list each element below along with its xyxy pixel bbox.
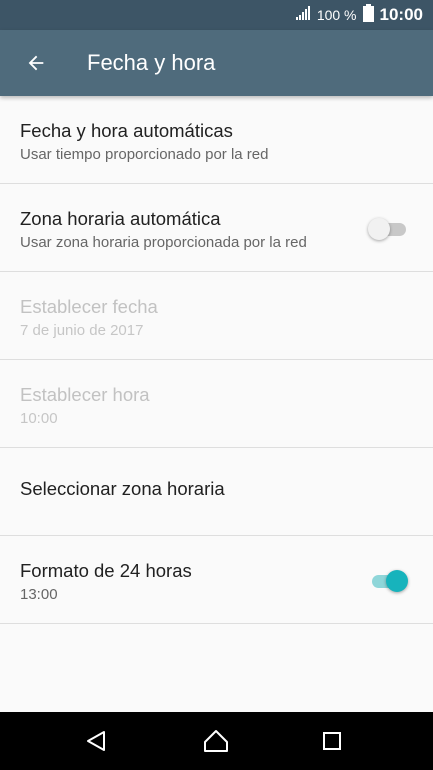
setting-24-hour-format[interactable]: Formato de 24 horas 13:00 — [0, 536, 433, 624]
battery-icon — [362, 3, 374, 27]
back-button[interactable] — [14, 41, 58, 85]
setting-title: Fecha y hora automáticas — [20, 120, 233, 141]
nav-home-button[interactable] — [186, 712, 246, 770]
auto-time-zone-toggle[interactable] — [368, 218, 408, 240]
nav-recents-icon — [323, 732, 341, 750]
setting-set-date: Establecer fecha 7 de junio de 2017 — [0, 272, 433, 360]
setting-summary: 13:00 — [20, 586, 58, 603]
battery-percent: 100 % — [316, 7, 357, 23]
setting-title: Establecer hora — [20, 384, 150, 405]
setting-title: Zona horaria automática — [20, 208, 221, 229]
switch-thumb — [368, 218, 390, 240]
setting-set-time: Establecer hora 10:00 — [0, 360, 433, 448]
setting-summary: 10:00 — [20, 410, 58, 427]
nav-home-icon — [204, 730, 228, 752]
24-hour-format-toggle[interactable] — [370, 570, 408, 592]
setting-title: Seleccionar zona horaria — [20, 478, 225, 499]
navigation-bar — [0, 712, 433, 770]
setting-auto-time-zone[interactable]: Zona horaria automática Usar zona horari… — [0, 184, 433, 272]
back-arrow-icon — [28, 55, 44, 71]
nav-back-icon — [87, 731, 105, 751]
switch-thumb — [386, 570, 408, 592]
status-bar: 100 % 10:00 — [0, 0, 433, 30]
setting-summary: 7 de junio de 2017 — [20, 322, 144, 339]
status-indicators: 100 % 10:00 — [295, 0, 423, 30]
setting-auto-date-time[interactable]: Fecha y hora automáticas Usar tiempo pro… — [0, 96, 433, 184]
signal-icon — [295, 5, 311, 25]
page-title: Fecha y hora — [87, 50, 216, 75]
setting-title: Establecer fecha — [20, 296, 158, 317]
settings-list: Fecha y hora automáticas Usar tiempo pro… — [0, 96, 433, 624]
status-clock: 10:00 — [379, 5, 423, 24]
nav-back-button[interactable] — [66, 712, 126, 770]
setting-title: Formato de 24 horas — [20, 560, 192, 581]
setting-summary: Usar tiempo proporcionado por la red — [20, 146, 269, 163]
nav-recents-button[interactable] — [302, 712, 362, 770]
app-bar: Fecha y hora — [0, 30, 433, 96]
setting-select-time-zone[interactable]: Seleccionar zona horaria — [0, 448, 433, 536]
setting-summary: Usar zona horaria proporcionada por la r… — [20, 234, 307, 251]
